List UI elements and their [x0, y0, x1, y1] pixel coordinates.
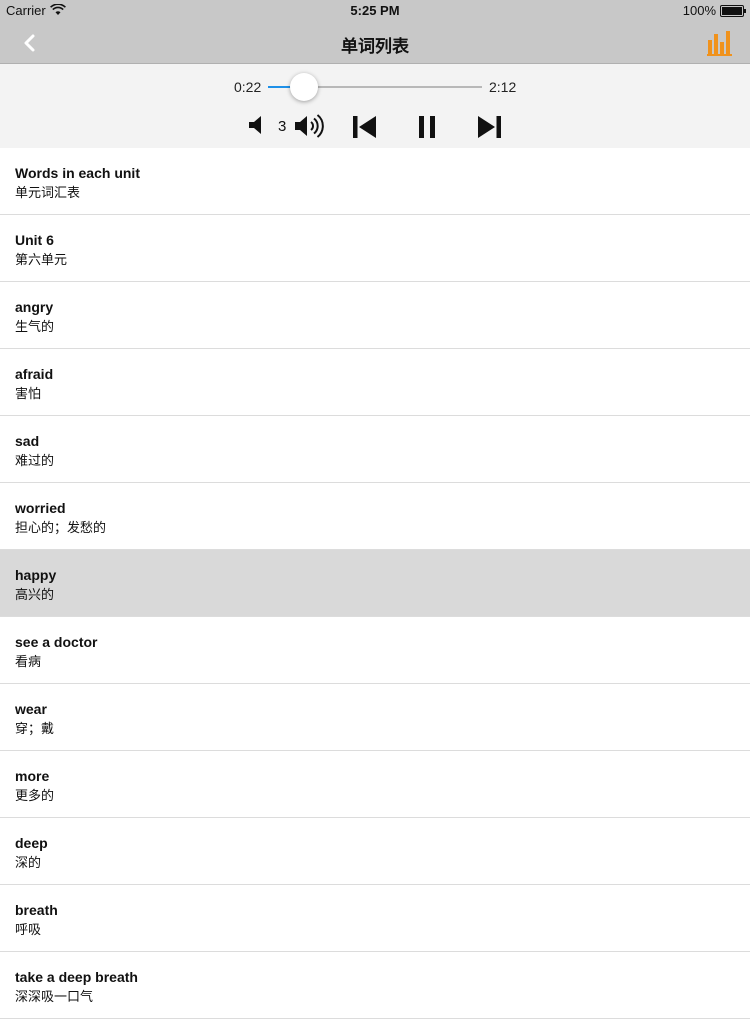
progress-thumb[interactable]	[290, 73, 319, 101]
audio-player: 0:22 2:12 3	[0, 64, 750, 148]
word-row[interactable]: Unit 6 第六单元	[0, 215, 750, 282]
next-track-icon[interactable]	[474, 112, 504, 142]
word-list: Words in each unit 单元词汇表 Unit 6 第六单元 angry 生气…	[0, 148, 750, 1019]
volume-down-icon[interactable]	[248, 115, 266, 135]
word-english: angry	[15, 299, 54, 315]
current-time: 0:22	[234, 79, 262, 95]
word-row[interactable]: sad 难过的	[0, 416, 750, 483]
word-chinese: 生气的	[15, 319, 55, 334]
word-chinese: 深深吸一口气	[15, 989, 94, 1004]
word-english: deep	[15, 835, 48, 851]
progress-slider[interactable]	[268, 73, 482, 101]
page-title: 单词列表	[341, 37, 409, 56]
word-row[interactable]: more 更多的	[0, 751, 750, 818]
previous-track-icon[interactable]	[350, 112, 380, 142]
word-row[interactable]: see a doctor 看病	[0, 617, 750, 684]
word-row[interactable]: take a deep breath 深深吸一口气	[0, 952, 750, 1019]
navigation-bar: 单词列表	[0, 22, 750, 64]
word-chinese: 穿；戴	[15, 721, 55, 736]
word-english: worried	[15, 500, 66, 516]
word-english: Unit 6	[15, 232, 54, 248]
word-english: take a deep breath	[15, 969, 138, 985]
word-row[interactable]: angry 生气的	[0, 282, 750, 349]
repeat-count: 3	[278, 118, 287, 135]
word-english: breath	[15, 902, 58, 918]
word-chinese: 更多的	[15, 788, 55, 803]
clock: 5:25 PM	[350, 3, 400, 18]
word-row[interactable]: wear 穿；戴	[0, 684, 750, 751]
battery-icon	[720, 5, 746, 17]
word-english: see a doctor	[15, 634, 98, 650]
word-english: afraid	[15, 366, 54, 382]
word-english: more	[15, 768, 50, 784]
word-chinese: 害怕	[15, 386, 42, 401]
total-time: 2:12	[489, 79, 517, 95]
word-row[interactable]: happy 高兴的	[0, 550, 750, 617]
bar-chart-icon[interactable]	[706, 28, 734, 56]
word-english: Words in each unit	[15, 165, 140, 181]
word-chinese: 高兴的	[15, 587, 55, 602]
word-chinese: 深的	[15, 855, 42, 870]
word-chinese: 单元词汇表	[15, 185, 81, 200]
pause-icon[interactable]	[412, 112, 442, 142]
volume-up-icon[interactable]	[294, 113, 326, 139]
status-bar: Carrier 5:25 PM 100%	[0, 0, 750, 22]
word-chinese: 难过的	[15, 453, 55, 468]
word-chinese: 看病	[15, 654, 42, 669]
word-row[interactable]: deep 深的	[0, 818, 750, 885]
word-chinese: 第六单元	[15, 252, 68, 267]
word-english: happy	[15, 567, 57, 583]
battery-percent: 100%	[682, 3, 716, 18]
word-row[interactable]: worried 担心的；发愁的	[0, 483, 750, 550]
word-chinese: 担心的；发愁的	[15, 520, 107, 535]
word-english: sad	[15, 433, 40, 449]
word-row[interactable]: Words in each unit 单元词汇表	[0, 148, 750, 215]
word-english: wear	[15, 701, 47, 717]
word-chinese: 呼吸	[15, 922, 42, 937]
word-row[interactable]: afraid 害怕	[0, 349, 750, 416]
word-row[interactable]: breath 呼吸	[0, 885, 750, 952]
